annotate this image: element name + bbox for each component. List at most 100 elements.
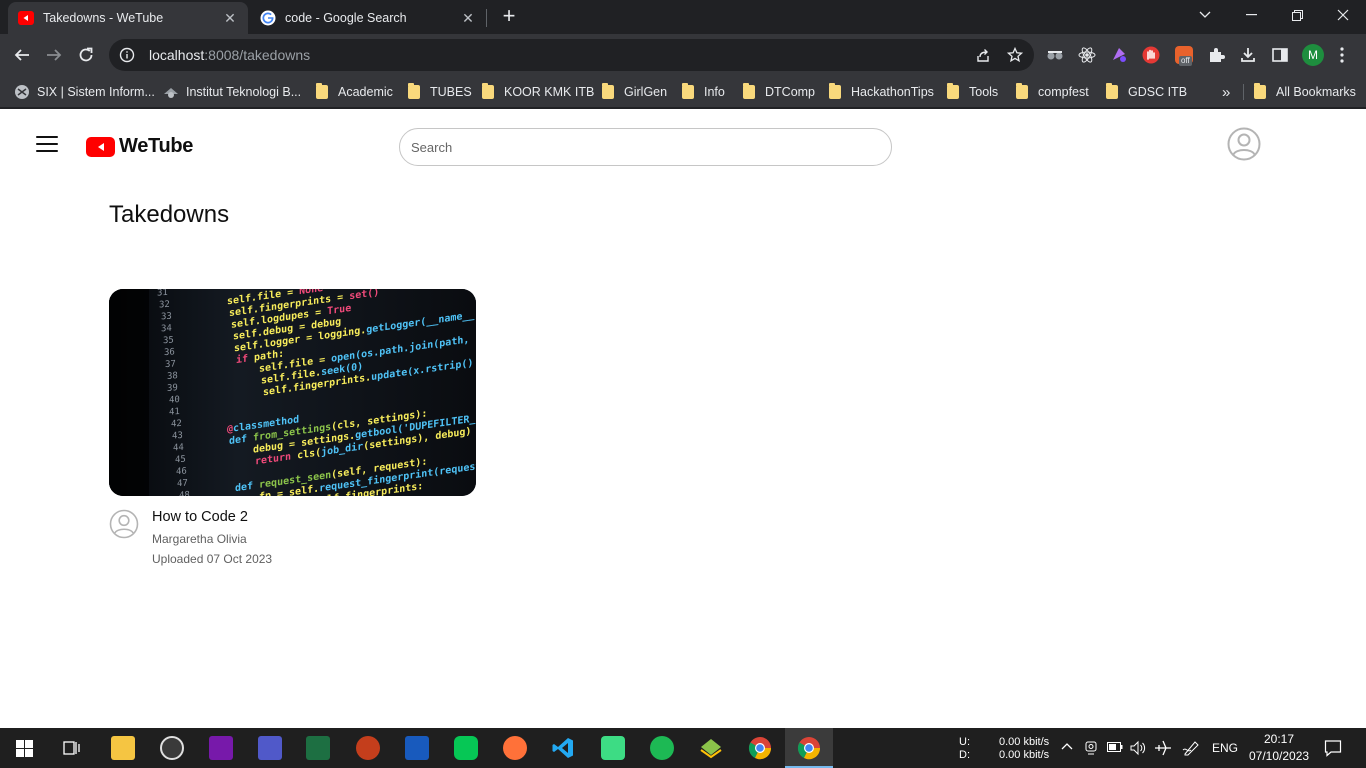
tab-title: Takedowns - WeTube (43, 11, 164, 25)
bookmark-tools[interactable]: Tools (947, 82, 998, 102)
wetube-logo[interactable]: WeTube (86, 135, 193, 158)
excel-icon[interactable] (306, 736, 330, 760)
bookmarks-divider (1243, 84, 1244, 100)
tab-google-search[interactable]: code - Google Search ✕ (250, 2, 486, 34)
folder-icon (1016, 83, 1028, 99)
teams-icon[interactable] (258, 736, 282, 760)
svg-text:39: 39 (167, 383, 178, 394)
powerpoint-icon[interactable] (356, 736, 380, 760)
svg-text:46: 46 (176, 467, 187, 478)
language-indicator[interactable]: ENG (1212, 741, 1238, 755)
snipping-tool-icon[interactable] (160, 736, 184, 760)
onenote-icon[interactable] (209, 736, 233, 760)
back-button[interactable] (10, 43, 34, 67)
svg-text:32: 32 (159, 300, 170, 311)
tray-overflow-chevron-icon[interactable] (1061, 742, 1073, 750)
all-bookmarks-button[interactable]: All Bookmarks (1254, 82, 1356, 102)
off-extension-icon[interactable]: off (1175, 46, 1193, 66)
battery-icon[interactable] (1107, 741, 1123, 753)
webcam-icon[interactable] (1084, 740, 1098, 756)
menu-hamburger-button[interactable] (36, 136, 58, 154)
video-author[interactable]: Margaretha Olivia (152, 532, 272, 546)
folder-icon (408, 83, 420, 99)
profile-avatar[interactable]: M (1302, 44, 1324, 66)
bookmark-hackathontips[interactable]: HackathonTips (829, 82, 934, 102)
browser-tab-strip: Takedowns - WeTube ✕ code - Google Searc… (0, 0, 1366, 34)
android-studio-icon[interactable] (601, 736, 625, 760)
chrome-active-icon[interactable] (797, 736, 821, 760)
chrome-icon[interactable] (748, 736, 772, 760)
close-window-button[interactable] (1320, 0, 1366, 30)
address-bar[interactable]: localhost:8008/takedowns (109, 39, 1034, 71)
tab-close-icon[interactable]: ✕ (222, 10, 238, 26)
clock-time[interactable]: 20:17 (1264, 732, 1294, 746)
word-icon[interactable] (405, 736, 429, 760)
react-devtools-icon[interactable] (1078, 46, 1096, 64)
bookmark-itb[interactable]: Institut Teknologi B... (163, 82, 301, 102)
page-title: Takedowns (109, 201, 230, 228)
video-title[interactable]: How to Code 2 (152, 509, 272, 525)
video-meta: How to Code 2 Margaretha Olivia Uploaded… (109, 508, 476, 566)
firefox-icon[interactable] (503, 736, 527, 760)
download-icon[interactable] (1239, 46, 1257, 64)
bookmark-tubes[interactable]: TUBES (408, 82, 472, 102)
video-thumbnail[interactable]: 31 32 33 34 35 36 37 38 39 40 41 42 43 44 45 46 47 48… (109, 289, 476, 496)
folder-icon (682, 83, 694, 99)
color-extension-icon[interactable] (1110, 46, 1128, 64)
video-card[interactable]: 31 32 33 34 35 36 37 38 39 40 41 42 43 44 45 46 47 48… (109, 289, 476, 566)
folder-icon (1254, 83, 1266, 99)
site-info-icon[interactable] (119, 47, 135, 63)
restore-button[interactable] (1274, 0, 1320, 30)
bookmark-info[interactable]: Info (682, 82, 725, 102)
channel-avatar-icon[interactable] (109, 509, 139, 539)
svg-text:36: 36 (164, 347, 175, 358)
search-input[interactable] (399, 128, 892, 166)
folder-icon (316, 83, 328, 99)
forward-button[interactable] (42, 43, 66, 67)
file-explorer-icon[interactable] (111, 736, 135, 760)
folder-icon (829, 83, 841, 99)
notification-icon[interactable] (1324, 739, 1342, 757)
block-extension-icon[interactable] (1142, 46, 1160, 64)
spy-extension-icon[interactable] (1046, 46, 1064, 64)
side-panel-icon[interactable] (1271, 46, 1289, 64)
tab-separator (486, 9, 487, 27)
new-tab-button[interactable]: + (498, 5, 520, 27)
bookmark-koor-kmk-itb[interactable]: KOOR KMK ITB (482, 82, 594, 102)
tab-takedowns[interactable]: Takedowns - WeTube ✕ (8, 2, 248, 34)
tab-close-icon[interactable]: ✕ (460, 10, 476, 26)
svg-text:44: 44 (173, 443, 184, 454)
bookmark-compfest[interactable]: compfest (1016, 82, 1089, 102)
line-icon[interactable] (454, 736, 478, 760)
reload-button[interactable] (74, 43, 98, 67)
share-icon[interactable] (975, 47, 991, 63)
folder-icon (1106, 83, 1118, 99)
logo-text: WeTube (119, 135, 194, 157)
net-down-speed: 0.00 kbit/s (999, 749, 1050, 761)
minimize-button[interactable] (1228, 0, 1274, 30)
bookmark-gdsc-itb[interactable]: GDSC ITB (1106, 82, 1187, 102)
tab-search-chevron-icon[interactable] (1182, 0, 1228, 30)
airplane-mode-icon[interactable] (1154, 740, 1172, 756)
bookmark-star-icon[interactable] (1007, 47, 1023, 63)
bookmarks-overflow-button[interactable]: » (1222, 82, 1230, 102)
user-avatar-icon[interactable] (1227, 127, 1261, 161)
extension-badge: off (1179, 56, 1192, 66)
clock-date[interactable]: 07/10/2023 (1249, 749, 1309, 763)
bookmark-academic[interactable]: Academic (316, 82, 393, 102)
bookmark-six[interactable]: SIX | Sistem Inform... (14, 82, 155, 102)
more-menu-icon[interactable] (1340, 47, 1344, 63)
volume-icon[interactable] (1130, 740, 1146, 756)
video-text: How to Code 2 Margaretha Olivia Uploaded… (152, 508, 272, 566)
bookmark-dtcomp[interactable]: DTComp (743, 82, 815, 102)
layers-app-icon[interactable] (699, 736, 723, 760)
extensions-puzzle-icon[interactable] (1207, 46, 1225, 64)
bookmark-girlgen[interactable]: GirlGen (602, 82, 667, 102)
tab-title: code - Google Search (285, 11, 407, 25)
google-favicon-icon (260, 10, 276, 26)
spotify-icon[interactable] (650, 736, 674, 760)
windows-start-icon[interactable] (16, 740, 33, 757)
vscode-icon[interactable] (551, 736, 575, 760)
pen-icon[interactable] (1182, 740, 1200, 756)
task-view-icon[interactable] (62, 739, 80, 757)
